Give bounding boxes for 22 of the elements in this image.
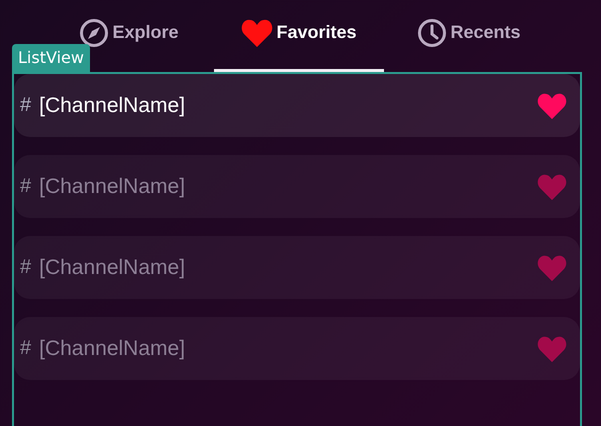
channel-row[interactable]: # [ChannelName] <box>14 236 580 299</box>
hash-symbol: # <box>20 337 32 360</box>
channel-name: [ChannelName] <box>39 256 186 280</box>
hash-symbol: # <box>20 94 32 117</box>
channel-row[interactable]: # [ChannelName] <box>14 74 580 137</box>
channel-name: [ChannelName] <box>39 336 186 360</box>
heart-icon[interactable] <box>536 172 568 200</box>
tab[interactable]: Favorites <box>214 0 384 72</box>
channel-name: [ChannelName] <box>39 94 186 118</box>
channel-row[interactable]: # [ChannelName] <box>14 317 580 380</box>
heart-icon[interactable] <box>536 254 568 282</box>
heart-icon[interactable] <box>536 334 568 362</box>
clock-icon <box>417 18 448 48</box>
channel-name: [ChannelName] <box>39 174 186 198</box>
heart-icon[interactable] <box>536 92 568 120</box>
listview-label: ListView <box>12 44 90 72</box>
heart-icon <box>241 18 274 48</box>
hash-symbol: # <box>20 256 32 279</box>
tab[interactable]: Recents <box>384 0 554 72</box>
hash-symbol: # <box>20 175 32 198</box>
compass-icon <box>79 18 110 48</box>
channel-row[interactable]: # [ChannelName] <box>14 155 580 218</box>
